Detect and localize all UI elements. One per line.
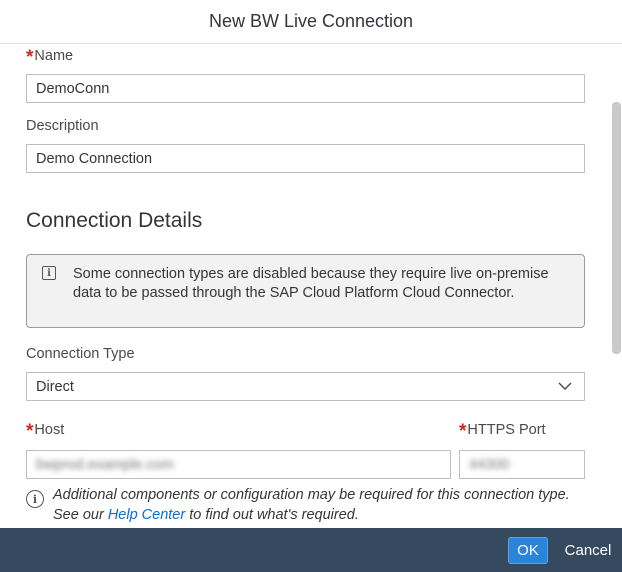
name-label: *Name [26,44,74,68]
host-input[interactable]: bwprod.example.com [26,450,451,479]
ok-button[interactable]: OK [508,537,548,564]
host-label: *Host [26,418,65,442]
connection-type-select[interactable]: Direct [26,372,585,401]
info-circle-icon: i [26,490,44,508]
host-input-value: bwprod.example.com [36,456,174,473]
https-port-label-text: HTTPS Port [467,422,546,438]
description-label: Description [26,118,99,134]
description-input[interactable]: Demo Connection [26,144,585,173]
name-input[interactable]: DemoConn [26,74,585,103]
help-note: Additional components or configuration m… [53,486,583,525]
https-port-label: *HTTPS Port [459,418,546,442]
name-input-value: DemoConn [36,80,110,97]
info-message-text: Some connection types are disabled becau… [73,266,549,301]
required-mark: * [26,47,34,68]
required-mark: * [26,421,34,442]
connection-type-selected: Direct [36,378,74,395]
cancel-button[interactable]: Cancel [560,537,616,564]
help-note-suffix: to find out what's required. [185,506,359,523]
dialog-footer: OK Cancel [0,528,622,572]
description-input-value: Demo Connection [36,150,153,167]
https-port-input-value: 44300 [469,456,510,473]
info-message-box: i Some connection types are disabled bec… [26,254,585,328]
host-label-text: Host [34,422,65,438]
info-square-icon: i [42,266,56,280]
dialog-content[interactable]: *Name DemoConn Description Demo Connecti… [0,44,622,528]
help-center-link[interactable]: Help Center [108,507,185,523]
connection-type-label: Connection Type [26,346,135,362]
chevron-down-icon[interactable] [558,381,572,391]
required-mark: * [459,421,467,442]
https-port-input[interactable]: 44300 [459,450,585,479]
name-label-text: Name [34,48,74,64]
connection-details-heading: Connection Details [26,209,203,232]
new-bw-live-connection-dialog: New BW Live Connection *Name DemoConn De… [0,0,622,572]
dialog-title: New BW Live Connection [0,0,622,44]
scrollbar-thumb[interactable] [612,102,621,354]
